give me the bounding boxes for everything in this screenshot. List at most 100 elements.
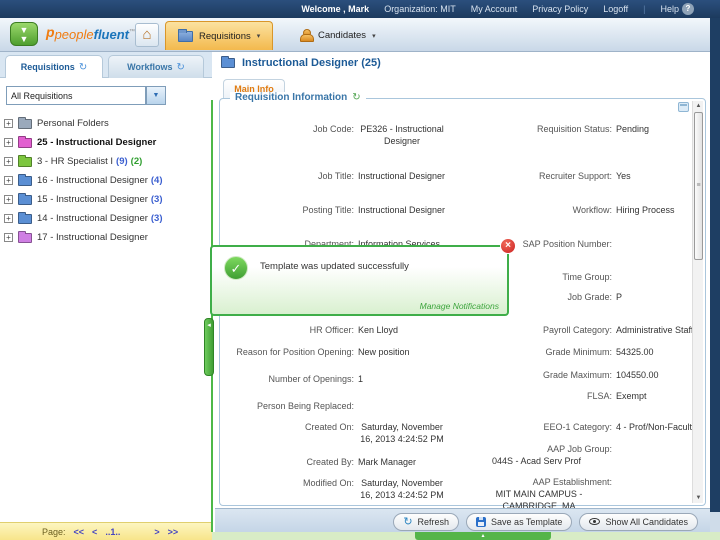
field-reason-for-opening: Reason for Position Opening:New position <box>226 346 410 358</box>
help-link[interactable]: Help <box>660 4 679 14</box>
tree-item-16[interactable]: + 16 - Instructional Designer (4) <box>4 171 208 190</box>
folder-icon <box>178 31 193 42</box>
toolbar-tab-requisitions[interactable]: Requisitions ▾ <box>165 21 273 50</box>
divider: | <box>643 4 645 14</box>
page-prev-link[interactable]: < <box>92 527 97 537</box>
count-badge: (3) <box>151 213 163 224</box>
field-payroll-category: Payroll Category:Administrative Staff <box>492 324 693 336</box>
folder-icon <box>18 233 32 243</box>
splitter-collapse-handle[interactable]: ◂ <box>204 318 214 376</box>
toolbar-tab-label: Candidates <box>318 30 366 41</box>
expand-icon[interactable]: + <box>4 138 13 147</box>
top-bar: Welcome , Mark Organization: MIT My Acco… <box>0 0 720 18</box>
page-first-link[interactable]: << <box>74 527 85 537</box>
expand-icon[interactable]: + <box>4 119 13 128</box>
tree-item-15[interactable]: + 15 - Instructional Designer (3) <box>4 190 208 209</box>
toolbar: ▼▼ ppeoplefluent™ ⌂ Requisitions ▾ Candi… <box>0 18 720 52</box>
field-requisition-status: Requisition Status:Pending <box>492 123 649 135</box>
folder-icon <box>18 176 32 186</box>
field-workflow: Workflow:Hiring Process <box>492 204 675 216</box>
expand-icon[interactable]: + <box>4 214 13 223</box>
chevron-down-icon[interactable]: ▼ <box>146 86 166 105</box>
splitter-line <box>211 100 213 532</box>
bottom-panel-handle[interactable]: ▴ <box>415 532 551 540</box>
collapse-panel-icon[interactable] <box>678 102 689 112</box>
vertical-scrollbar[interactable]: ▲ ≡ ▼ <box>692 101 703 503</box>
expand-icon[interactable]: + <box>4 176 13 185</box>
tree-item-17[interactable]: + 17 - Instructional Designer <box>4 228 208 247</box>
field-recruiter-support: Recruiter Support:Yes <box>492 170 631 182</box>
count-badge: (3) <box>151 194 163 205</box>
window-corner-patch <box>710 512 720 532</box>
field-created-on: Created On:Saturday, November 16, 2013 4… <box>226 421 446 445</box>
expand-icon[interactable]: + <box>4 233 13 242</box>
success-check-icon: ✓ <box>224 256 248 280</box>
privacy-policy-link[interactable]: Privacy Policy <box>532 4 588 14</box>
application-window: Welcome , Mark Organization: MIT My Acco… <box>0 0 720 540</box>
save-icon <box>476 517 486 527</box>
field-modified-on: Modified On:Saturday, November 16, 2013 … <box>226 477 446 501</box>
tree-item-personal-folders[interactable]: + Personal Folders <box>4 114 208 133</box>
home-icon[interactable]: ⌂ <box>135 23 159 47</box>
section-title: Requisition Information ↻ <box>230 92 366 103</box>
requisition-filter-select[interactable]: All Requisitions ▼ <box>6 86 146 105</box>
notification-message: Template was updated successfully <box>260 261 409 272</box>
person-icon <box>300 29 312 42</box>
organization-link[interactable]: Organization: MIT <box>384 4 456 14</box>
expand-icon[interactable]: + <box>4 157 13 166</box>
refresh-button[interactable]: ↻ Refresh <box>393 513 459 531</box>
field-flsa: FLSA:Exempt <box>492 390 647 402</box>
toolbar-tab-label: Requisitions <box>199 31 251 42</box>
scroll-down-icon[interactable]: ▼ <box>693 493 704 503</box>
folder-icon <box>18 214 32 224</box>
field-created-by: Created By:Mark Manager <box>226 456 416 468</box>
chevron-down-icon: ▾ <box>257 32 261 40</box>
sidebar-tab-requisitions[interactable]: Requisitions ↻ <box>5 55 103 78</box>
refresh-icon[interactable]: ↻ <box>352 92 360 103</box>
sidebar-tab-workflows[interactable]: Workflows ↻ <box>108 55 204 78</box>
field-grade-minimum: Grade Minimum:54325.00 <box>492 346 654 358</box>
page-label: Page: <box>42 527 66 537</box>
field-job-grade: Job Grade:P <box>492 291 622 303</box>
window-right-border <box>710 18 720 512</box>
refresh-icon: ↻ <box>176 62 184 73</box>
welcome-text: Welcome , Mark <box>301 4 369 14</box>
field-hr-officer: HR Officer:Ken Lloyd <box>226 324 398 336</box>
field-time-group: Time Group: <box>492 271 616 283</box>
bottom-panel-strip: ▴ <box>212 532 720 540</box>
page-last-link[interactable]: >> <box>168 527 179 537</box>
folder-icon <box>18 119 32 129</box>
field-number-of-openings: Number of Openings:1 <box>226 373 363 385</box>
logoff-link[interactable]: Logoff <box>603 4 628 14</box>
field-job-code: Job Code:PE326 - Instructional Designer <box>226 123 446 147</box>
my-account-link[interactable]: My Account <box>471 4 518 14</box>
pagination-bar: Page: << < ..1.. > >> <box>0 522 212 540</box>
tree-item-14[interactable]: + 14 - Instructional Designer (3) <box>4 209 208 228</box>
refresh-icon: ↻ <box>79 62 87 73</box>
scrollbar-thumb[interactable]: ≡ <box>694 112 703 260</box>
field-aap-establishment: AAP Establishment:MIT MAIN CAMPUS - CAMB… <box>492 476 705 512</box>
field-person-being-replaced: Person Being Replaced: <box>226 400 358 412</box>
collapse-app-icon[interactable]: ▼▼ <box>10 22 38 46</box>
help-icon[interactable]: ? <box>682 3 694 15</box>
save-as-template-button[interactable]: Save as Template <box>466 513 572 531</box>
folder-icon <box>18 157 32 167</box>
tree-item-3[interactable]: + 3 - HR Specialist I (9) (2) <box>4 152 208 171</box>
count-badge: (4) <box>151 175 163 186</box>
peoplefluent-logo: ppeoplefluent™ <box>46 24 135 42</box>
eye-icon <box>589 518 600 525</box>
close-icon[interactable]: × <box>500 238 516 254</box>
show-all-candidates-button[interactable]: Show All Candidates <box>579 513 698 531</box>
manage-notifications-link[interactable]: Manage Notifications <box>420 301 499 311</box>
sidebar-tab-bar: Requisitions ↻ Workflows ↻ <box>0 52 212 78</box>
tree-item-25[interactable]: + 25 - Instructional Designer <box>4 133 208 152</box>
expand-icon[interactable]: + <box>4 195 13 204</box>
chevron-down-icon: ▾ <box>372 32 376 40</box>
field-aap-job-group: AAP Job Group:044S - Acad Serv Prof <box>492 443 705 467</box>
notification-toast: ✓ Template was updated successfully × Ma… <box>210 245 509 316</box>
field-grade-maximum: Grade Maximum:104550.00 <box>492 369 659 381</box>
scroll-up-icon[interactable]: ▲ <box>693 101 704 111</box>
toolbar-tab-candidates[interactable]: Candidates ▾ <box>288 21 388 50</box>
page-next-link[interactable]: > <box>154 527 159 537</box>
count-badge: (2) <box>131 156 143 167</box>
